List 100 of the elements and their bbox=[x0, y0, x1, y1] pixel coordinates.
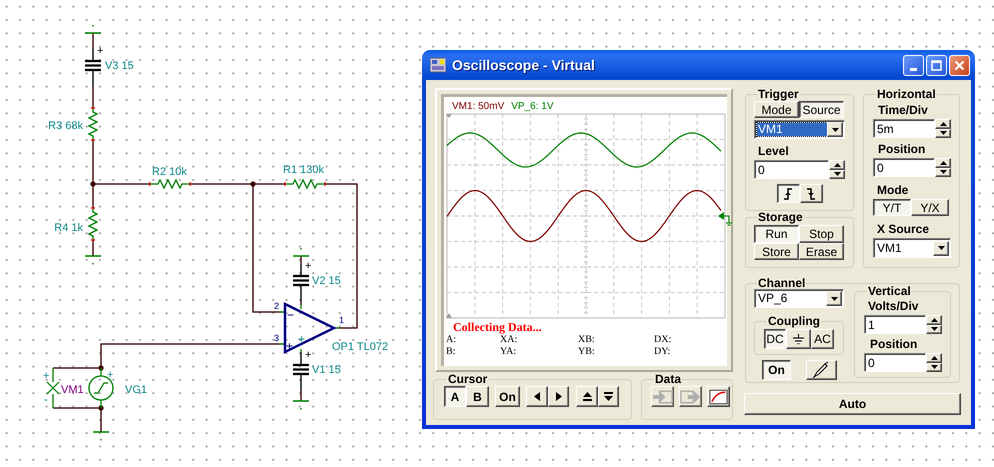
channel-dropdown[interactable]: VP_6 bbox=[754, 289, 844, 308]
cursor-toggle-button[interactable]: On bbox=[495, 386, 520, 407]
group-title: Channel bbox=[758, 276, 806, 290]
polarity-sign: + bbox=[107, 369, 114, 381]
wire bbox=[92, 240, 94, 256]
component-label: V1 15 bbox=[312, 364, 341, 376]
resistor-symbol bbox=[88, 107, 98, 141]
pin-number: 3 bbox=[274, 333, 280, 343]
wire bbox=[92, 33, 94, 48]
storage-button[interactable]: Stop bbox=[799, 225, 844, 243]
caret-down-icon bbox=[940, 131, 946, 136]
display-mode-button[interactable]: Y/X bbox=[911, 199, 949, 216]
right-arrow-icon bbox=[556, 392, 562, 401]
edge-button[interactable] bbox=[776, 184, 800, 203]
channel-on-button[interactable]: On bbox=[762, 360, 791, 380]
x-source-dropdown[interactable]: VM1 bbox=[873, 238, 951, 258]
group-title: Cursor bbox=[448, 372, 488, 386]
caret-down-icon bbox=[938, 246, 944, 250]
polarity-sign: + bbox=[305, 260, 312, 272]
rising-edge-icon bbox=[783, 188, 793, 200]
probe-button[interactable] bbox=[806, 360, 837, 380]
cursor-move-button[interactable] bbox=[576, 386, 598, 407]
component-label: R2 10k bbox=[152, 166, 187, 178]
cursor-readout: YB: bbox=[578, 346, 595, 358]
ground-icon bbox=[793, 334, 804, 344]
caret-down-icon bbox=[930, 327, 938, 332]
junction-dot bbox=[98, 365, 104, 371]
pin-number: 2 bbox=[274, 301, 280, 311]
group-title: Horizontal bbox=[877, 87, 936, 101]
ground-symbol bbox=[293, 400, 309, 410]
close-button[interactable] bbox=[949, 54, 970, 76]
volts-div-field[interactable]: 1 bbox=[864, 315, 926, 334]
field-label: Position bbox=[870, 337, 918, 352]
wire bbox=[300, 390, 302, 401]
dropdown-button[interactable] bbox=[826, 291, 842, 306]
cursor-select-button[interactable]: B bbox=[466, 386, 489, 407]
app-icon bbox=[430, 57, 446, 73]
plot-button[interactable] bbox=[707, 386, 730, 407]
component-label: R3 68k bbox=[48, 120, 83, 132]
maximize-icon bbox=[930, 58, 943, 72]
status-message: Collecting Data... bbox=[453, 320, 542, 334]
storage-button[interactable]: Store bbox=[754, 243, 799, 260]
vertical-position-field[interactable]: 0 bbox=[864, 353, 926, 372]
component-label: V2 15 bbox=[312, 275, 341, 287]
maximize-button[interactable] bbox=[926, 54, 947, 76]
dropdown-button[interactable] bbox=[827, 122, 843, 137]
field-label: Volts/Div bbox=[868, 299, 918, 314]
horizontal-position-field[interactable]: 0 bbox=[873, 158, 935, 177]
position-marker-icon bbox=[446, 114, 452, 118]
cursor-move-button[interactable] bbox=[548, 386, 569, 407]
trigger-level-field[interactable]: 0 bbox=[754, 160, 829, 179]
component-label: V3 15 bbox=[105, 60, 134, 72]
field-label: Level bbox=[758, 144, 789, 159]
caret-up-icon bbox=[834, 162, 840, 167]
wire bbox=[92, 86, 94, 108]
trigger-marker-icon bbox=[718, 212, 732, 226]
cursor-select-button[interactable]: A bbox=[444, 386, 466, 407]
cursor-readout: A: bbox=[446, 334, 456, 346]
signal-source-symbol bbox=[88, 367, 114, 409]
spin-up-button[interactable] bbox=[926, 353, 942, 362]
channel-scale-label: VM1: 50mV bbox=[452, 100, 504, 113]
component-label: R4 1k bbox=[54, 222, 83, 234]
arrow-into-box-icon bbox=[652, 388, 673, 404]
resistor-symbol bbox=[149, 178, 191, 190]
pen-icon bbox=[812, 362, 830, 378]
battery-symbol bbox=[84, 47, 102, 87]
time-div-field[interactable]: 5m bbox=[873, 119, 935, 138]
input-sign: − bbox=[287, 308, 294, 322]
spin-up-button[interactable] bbox=[926, 315, 942, 324]
trigger-source-dropdown[interactable]: VM1 bbox=[754, 120, 845, 139]
dropdown-button[interactable] bbox=[933, 240, 949, 256]
group-title: Coupling bbox=[768, 314, 820, 328]
caret-down-icon bbox=[940, 170, 946, 174]
cursor-readout: DX: bbox=[654, 334, 672, 346]
storage-button[interactable]: Run bbox=[754, 225, 799, 243]
caret-up-icon bbox=[930, 356, 938, 360]
pin-number: 1 bbox=[339, 315, 344, 325]
field-label: Position bbox=[878, 142, 926, 157]
arrow-out-of-box-icon bbox=[680, 388, 701, 404]
resistor-symbol bbox=[88, 207, 98, 241]
caret-up-icon bbox=[940, 160, 946, 165]
coupling-button[interactable]: DC bbox=[764, 329, 786, 349]
coupling-button[interactable]: AC bbox=[811, 329, 834, 349]
coupling-button[interactable] bbox=[786, 329, 811, 349]
group-title: Storage bbox=[758, 210, 803, 224]
spin-up-button[interactable] bbox=[935, 119, 951, 128]
minimize-button[interactable] bbox=[903, 54, 924, 76]
ground-symbol bbox=[93, 431, 109, 440]
storage-button[interactable]: Erase bbox=[799, 243, 844, 260]
display-mode-button[interactable]: Y/T bbox=[873, 199, 911, 216]
cursor-move-button[interactable] bbox=[598, 386, 619, 407]
spin-up-button[interactable] bbox=[829, 160, 845, 170]
trigger-tab[interactable]: Source bbox=[799, 101, 844, 118]
trigger-tab[interactable]: Mode bbox=[754, 101, 799, 118]
ground-symbol bbox=[85, 25, 101, 34]
cursor-readout: XB: bbox=[578, 334, 595, 346]
auto-button[interactable]: Auto bbox=[744, 393, 961, 415]
spin-up-button[interactable] bbox=[935, 158, 951, 168]
input-sign: + bbox=[286, 339, 294, 353]
cursor-move-button[interactable] bbox=[526, 386, 548, 407]
